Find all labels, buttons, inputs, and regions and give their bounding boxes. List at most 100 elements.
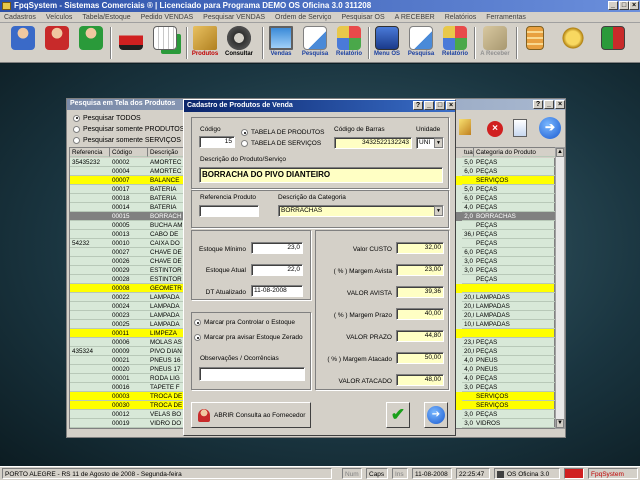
dialog-minimize-button[interactable]: _	[424, 101, 434, 110]
consultar-button[interactable]: Consultar	[222, 25, 256, 61]
relatorio-os-button[interactable]: Relatório	[438, 25, 472, 61]
table-cell-cod: 00021	[110, 356, 148, 365]
descricao-field[interactable]: BORRACHA DO PIVO DIANTEIRO	[199, 167, 443, 183]
menu-item-tabela-estoque[interactable]: Tabela/Estoque	[82, 12, 130, 22]
search-minimize2-button[interactable]: _	[544, 100, 554, 109]
table-cell-qty: 20,0	[462, 303, 474, 311]
table-cell-ref	[70, 293, 110, 302]
table-cell-ref	[70, 365, 110, 374]
margem-prazo-field[interactable]: 40,00	[396, 308, 444, 320]
dialog-maximize-button[interactable]: □	[435, 101, 445, 110]
table-scrollbar[interactable]: ▲ ▼	[555, 147, 565, 429]
calendar-button[interactable]	[148, 25, 182, 61]
next-arrow-icon[interactable]: ➔	[539, 117, 561, 139]
referencia-field[interactable]	[199, 205, 259, 217]
dt-atualizado-field[interactable]: 11-08-2008	[251, 285, 303, 297]
menu-bar: Cadastros Veículos Tabela/Estoque Pedido…	[0, 12, 640, 23]
valor-custo-label: Valor CUSTO	[352, 246, 392, 253]
user-red-button[interactable]	[40, 25, 74, 61]
table-cell-cod: 00020	[110, 365, 148, 374]
table-cell-cat: SERVIÇOS	[474, 392, 556, 401]
estoque-atual-field[interactable]: 22,0	[251, 264, 303, 276]
table-cell-qty: 2,0	[462, 212, 474, 221]
menu-item-cadastros[interactable]: Cadastros	[4, 12, 36, 22]
table-header-cell[interactable]: Referencia	[70, 148, 110, 157]
status-time: 22:25:47	[456, 468, 490, 479]
table-header-cell[interactable]: tual	[462, 148, 474, 157]
table-cell-qty: 5,0	[462, 185, 474, 194]
calculator-icon	[526, 26, 544, 50]
observacoes-field[interactable]	[199, 367, 305, 381]
coins-button[interactable]	[556, 25, 590, 61]
radio-produtos[interactable]: Pesquisar somente PRODUTOS	[73, 124, 184, 135]
barcode-field[interactable]: 3432522132243	[334, 137, 412, 149]
table-cell-qty: 20,0	[462, 348, 474, 356]
radio-tabela-produtos[interactable]: TABELA DE PRODUTOS	[241, 129, 324, 136]
valor-atacado-field[interactable]: 48,00	[396, 374, 444, 386]
valor-avista-field[interactable]: 39,36	[396, 286, 444, 298]
maximize-button[interactable]: □	[619, 1, 629, 10]
table-cell-cat: PEÇAS	[474, 338, 556, 347]
radio-servicos[interactable]: Pesquisar somente SERVIÇOS	[73, 135, 184, 146]
table-cell-cat	[474, 329, 556, 338]
radio-tabela-servicos[interactable]: TABELA DE SERVIÇOS	[241, 140, 321, 147]
menu-item-a-receber[interactable]: A RECEBER	[395, 12, 435, 22]
table-cell-cod: 00011	[110, 329, 148, 338]
table-cell-cat: PEÇAS	[474, 266, 556, 275]
clients-button[interactable]	[6, 25, 40, 61]
radio-controlar-estoque[interactable]: Marcar pra Controlar o Estoque	[194, 319, 295, 326]
confirm-button[interactable]: ✔	[386, 402, 410, 428]
relatorio-vendas-button[interactable]: Relatório	[332, 25, 366, 61]
table-cell-ref: 435324	[70, 347, 110, 356]
search-close-button[interactable]: ×	[555, 100, 565, 109]
edit-icon[interactable]	[459, 119, 471, 135]
margem-atacado-field[interactable]: 50,00	[396, 352, 444, 364]
produtos-button[interactable]: Produtos	[188, 25, 222, 61]
margem-avista-field[interactable]: 23,00	[396, 264, 444, 276]
unidade-select[interactable]: UNI ▼	[416, 137, 444, 149]
menu-item-relatorios[interactable]: Relatórios	[445, 12, 477, 22]
exit-button[interactable]	[596, 25, 630, 61]
menu-item-pesquisar-vendas[interactable]: Pesquisar VENDAS	[203, 12, 265, 22]
minimize-button[interactable]: _	[608, 1, 618, 10]
table-cell-cat: BORRACHAS	[474, 212, 556, 221]
menu-item-ordem-servico[interactable]: Ordem de Serviço	[275, 12, 331, 22]
pesquisa-vendas-button[interactable]: Pesquisa	[298, 25, 332, 61]
table-cell-cat: VIDROS	[474, 419, 556, 428]
table-cell-ref	[70, 401, 110, 410]
print-icon[interactable]	[513, 119, 527, 137]
next-button[interactable]: ➔	[424, 402, 448, 428]
fornecedor-button[interactable]: ABRIR Consulta ao Fornecedor	[191, 402, 311, 428]
search-minimize-button[interactable]: ?	[533, 100, 543, 109]
menu-os-icon	[375, 26, 399, 50]
radio-avisar-estoque[interactable]: Marcar pra avisar Estoque Zerado	[194, 334, 303, 341]
table-header-cell[interactable]: Categoria do Produto	[474, 148, 556, 157]
vehicles-button[interactable]	[114, 25, 148, 61]
table-header-cell[interactable]: Código	[110, 148, 148, 157]
user-green-button[interactable]	[74, 25, 108, 61]
valor-custo-field[interactable]: 32,00	[396, 242, 444, 254]
tire-icon	[227, 26, 251, 50]
menu-item-veiculos[interactable]: Veículos	[46, 12, 72, 22]
menu-item-ferramentas[interactable]: Ferramentas	[486, 12, 526, 22]
valor-prazo-field[interactable]: 44,80	[396, 330, 444, 342]
close-button[interactable]: ×	[629, 1, 639, 10]
dialog-help-button[interactable]: ?	[413, 101, 423, 110]
table-cell-cod: 00017	[110, 185, 148, 194]
dialog-close-button[interactable]: ×	[446, 101, 456, 110]
table-cell-qty	[462, 221, 474, 230]
pesquisa-os-button[interactable]: Pesquisa	[404, 25, 438, 61]
delete-icon[interactable]: ×	[487, 121, 503, 137]
categoria-select[interactable]: BORRACHAS ▼	[278, 205, 444, 217]
estoque-minimo-field[interactable]: 23,0	[251, 242, 303, 254]
table-cell-qty: 4,0	[462, 356, 474, 365]
a-receber-button[interactable]: A Receber	[478, 25, 512, 61]
menu-item-pesquisar-os[interactable]: Pesquisar OS	[341, 12, 384, 22]
radio-todos[interactable]: Pesquisar TODOS	[73, 113, 184, 124]
calculator-button[interactable]	[518, 25, 552, 61]
table-cell-cat: PEÇAS	[474, 158, 556, 167]
menu-os-button[interactable]: Menu OS	[370, 25, 404, 61]
vendas-button[interactable]: Vendas	[264, 25, 298, 61]
codigo-field[interactable]: 15	[199, 136, 235, 148]
menu-item-pedido-vendas[interactable]: Pedido VENDAS	[141, 12, 194, 22]
